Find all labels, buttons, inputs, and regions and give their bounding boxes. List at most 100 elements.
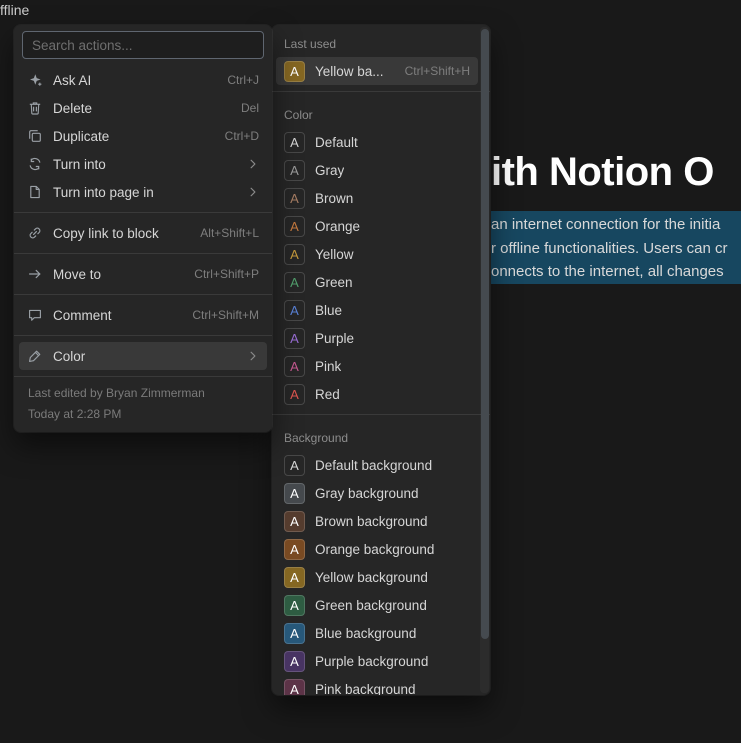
color-chip: A: [284, 678, 305, 695]
menu-item-turn-into[interactable]: Turn into: [19, 150, 267, 178]
menu-item-label: Turn into: [53, 156, 106, 172]
color-option-label: Orange background: [315, 541, 435, 557]
color-section-color: Color A Default A Gray A Brown A Orange A Yellow A G…: [272, 98, 490, 408]
color-chip: A: [284, 566, 305, 588]
menu-item-delete[interactable]: Delete Del: [19, 94, 267, 122]
color-option-pink-background[interactable]: A Pink background: [276, 675, 478, 695]
chevron-right-icon: [247, 186, 259, 198]
color-option-label: Pink: [315, 358, 342, 374]
menu-item-turn-into-page-in[interactable]: Turn into page in: [19, 178, 267, 206]
color-option-label: Purple: [315, 330, 355, 346]
color-section-last-used: Last used A Yellow ba... Ctrl+Shift+H: [272, 27, 490, 85]
breadcrumb[interactable]: ffline: [0, 2, 29, 18]
color-option-label: Green background: [315, 597, 427, 613]
page-icon: [27, 184, 43, 200]
menu-divider: [14, 294, 272, 295]
menu-item-label: Copy link to block: [53, 225, 159, 241]
menu-item-color[interactable]: Color: [19, 342, 267, 370]
paragraph-line: an internet connection for the initia: [491, 216, 721, 233]
color-option-label: Brown background: [315, 513, 428, 529]
color-chip: A: [284, 215, 305, 237]
color-option-blue[interactable]: A Blue: [276, 296, 478, 324]
menu-item-ask-ai[interactable]: Ask AI Ctrl+J: [19, 66, 267, 94]
color-option-label: Blue background: [315, 625, 417, 641]
color-option-label: Orange: [315, 218, 361, 234]
comment-icon: [27, 307, 43, 323]
color-option-orange-background[interactable]: A Orange background: [276, 535, 478, 563]
color-chip: A: [284, 131, 305, 153]
menu-item-label: Delete: [53, 100, 93, 116]
shortcut-label: Alt+Shift+L: [200, 226, 259, 240]
chip-letter: A: [290, 457, 299, 473]
color-chip: A: [284, 327, 305, 349]
scrollbar[interactable]: [480, 27, 489, 693]
color-chip: A: [284, 538, 305, 560]
color-option-label: Yellow ba...: [315, 63, 384, 79]
color-option-blue-background[interactable]: A Blue background: [276, 619, 478, 647]
scrollbar-thumb[interactable]: [481, 29, 489, 639]
page-title: ith Notion O: [491, 150, 714, 194]
color-option-red[interactable]: A Red: [276, 380, 478, 408]
color-option-purple-background[interactable]: A Purple background: [276, 647, 478, 675]
menu-item-comment[interactable]: Comment Ctrl+Shift+M: [19, 301, 267, 329]
section-title: Last used: [284, 37, 337, 51]
color-icon: [27, 348, 43, 364]
chip-letter: A: [290, 134, 299, 150]
color-option-purple[interactable]: A Purple: [276, 324, 478, 352]
chip-letter: A: [290, 569, 299, 585]
menu-item-label: Color: [53, 348, 86, 364]
color-menu-sections: Last used A Yellow ba... Ctrl+Shift+H Color A…: [272, 27, 490, 695]
color-option-default[interactable]: A Default: [276, 128, 478, 156]
color-option-default-background[interactable]: A Default background: [276, 451, 478, 479]
color-chip: A: [284, 355, 305, 377]
menu-item-label: Move to: [53, 266, 102, 282]
menu-item-move-to[interactable]: Move to Ctrl+Shift+P: [19, 260, 267, 288]
color-chip: A: [284, 271, 305, 293]
last-edited-by: Last edited by Bryan Zimmerman: [28, 386, 205, 400]
color-option-gray-background[interactable]: A Gray background: [276, 479, 478, 507]
color-chip: A: [284, 383, 305, 405]
chip-letter: A: [290, 190, 299, 206]
shortcut-label: Del: [240, 101, 259, 115]
color-option-label: Default: [315, 134, 358, 150]
sparkle-icon: [27, 72, 43, 88]
menu-item-label: Turn into page in: [53, 184, 154, 200]
chip-letter: A: [290, 246, 299, 262]
shortcut-label: Ctrl+Shift+P: [194, 267, 259, 281]
color-option-label: Red: [315, 386, 340, 402]
chip-letter: A: [290, 513, 299, 529]
color-chip: A: [284, 594, 305, 616]
last-edited-time: Today at 2:28 PM: [28, 407, 122, 421]
trash-icon: [27, 100, 43, 116]
menu-item-label: Ask AI: [53, 72, 92, 88]
color-option-brown[interactable]: A Brown: [276, 184, 478, 212]
color-option-green-background[interactable]: A Green background: [276, 591, 478, 619]
section-title: Background: [284, 431, 349, 445]
search-box: [22, 31, 264, 59]
color-option-brown-background[interactable]: A Brown background: [276, 507, 478, 535]
color-option-yellow-ba[interactable]: A Yellow ba... Ctrl+Shift+H: [276, 57, 478, 85]
chevron-right-icon: [247, 350, 259, 362]
duplicate-icon: [27, 128, 43, 144]
color-option-yellow-background[interactable]: A Yellow background: [276, 563, 478, 591]
menu-item-duplicate[interactable]: Duplicate Ctrl+D: [19, 122, 267, 150]
search-input[interactable]: [22, 31, 264, 59]
shortcut-label: Ctrl+Shift+H: [404, 64, 470, 78]
color-option-yellow[interactable]: A Yellow: [276, 240, 478, 268]
color-chip: A: [284, 159, 305, 181]
color-chip: A: [284, 622, 305, 644]
color-option-pink[interactable]: A Pink: [276, 352, 478, 380]
color-chip: A: [284, 187, 305, 209]
color-option-label: Pink background: [315, 681, 416, 696]
color-option-green[interactable]: A Green: [276, 268, 478, 296]
color-section-background: Background A Default background A Gray backg…: [272, 421, 490, 695]
color-option-gray[interactable]: A Gray: [276, 156, 478, 184]
menu-divider: [14, 335, 272, 336]
menu-item-copy-link-to-block[interactable]: Copy link to block Alt+Shift+L: [19, 219, 267, 247]
menu-divider: [272, 414, 490, 415]
paragraph-line: onnects to the internet, all changes: [491, 263, 724, 280]
chip-letter: A: [290, 386, 299, 402]
color-chip: A: [284, 650, 305, 672]
color-option-orange[interactable]: A Orange: [276, 212, 478, 240]
section-title: Color: [284, 108, 313, 122]
